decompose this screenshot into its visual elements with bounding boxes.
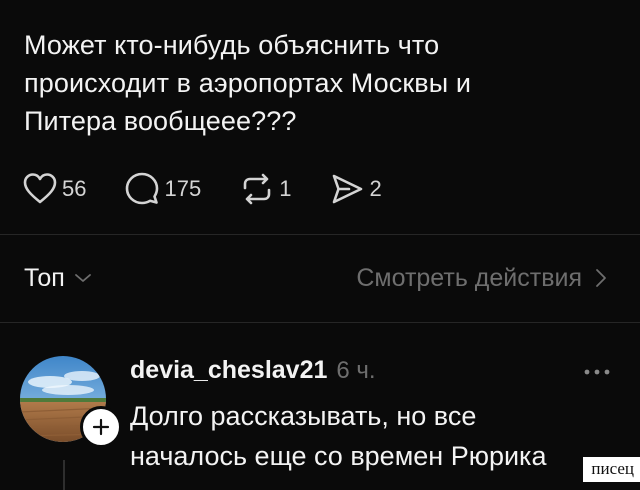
reply-button[interactable]: 175: [124, 171, 201, 207]
sort-dropdown[interactable]: Топ: [24, 264, 93, 293]
send-icon: [333, 174, 363, 204]
chevron-right-icon: [596, 269, 606, 287]
post-text: Может кто-нибудь объяснить что происходи…: [24, 30, 472, 136]
repost-icon: [243, 173, 271, 205]
chevron-down-icon: [74, 274, 91, 282]
username[interactable]: devia_cheslav21: [130, 356, 327, 385]
share-button[interactable]: 2: [329, 171, 382, 207]
post-actions: 56 175 1 2: [22, 168, 416, 210]
sort-row: Топ Смотреть действия: [24, 258, 610, 298]
heart-icon: [23, 173, 57, 204]
divider: [0, 322, 640, 323]
watermark: писец: [583, 457, 640, 482]
repost-count: 1: [279, 176, 292, 201]
plus-icon: [92, 418, 110, 436]
comment-item: devia_cheslav21 6 ч. Долго рассказывать,…: [0, 340, 640, 490]
reply-count: 175: [164, 176, 202, 201]
comment-time: 6 ч.: [336, 357, 376, 384]
more-dots-icon: [584, 369, 610, 375]
comment-bubble-icon: [126, 172, 159, 205]
view-activity-link[interactable]: Смотреть действия: [356, 264, 610, 293]
comment-header: devia_cheslav21 6 ч.: [130, 356, 376, 385]
share-count: 2: [369, 176, 382, 201]
more-button[interactable]: [582, 362, 612, 382]
repost-button[interactable]: 1: [239, 171, 291, 207]
follow-button[interactable]: [80, 406, 122, 448]
divider: [0, 234, 640, 235]
like-button[interactable]: 56: [22, 171, 86, 207]
thread-line: [63, 460, 65, 490]
like-count: 56: [62, 176, 87, 201]
sort-label: Топ: [24, 263, 65, 292]
avatar-wrap: [20, 356, 122, 448]
comment-text: Долго рассказывать, но все началось еще …: [130, 401, 547, 471]
view-activity-label: Смотреть действия: [356, 263, 582, 292]
